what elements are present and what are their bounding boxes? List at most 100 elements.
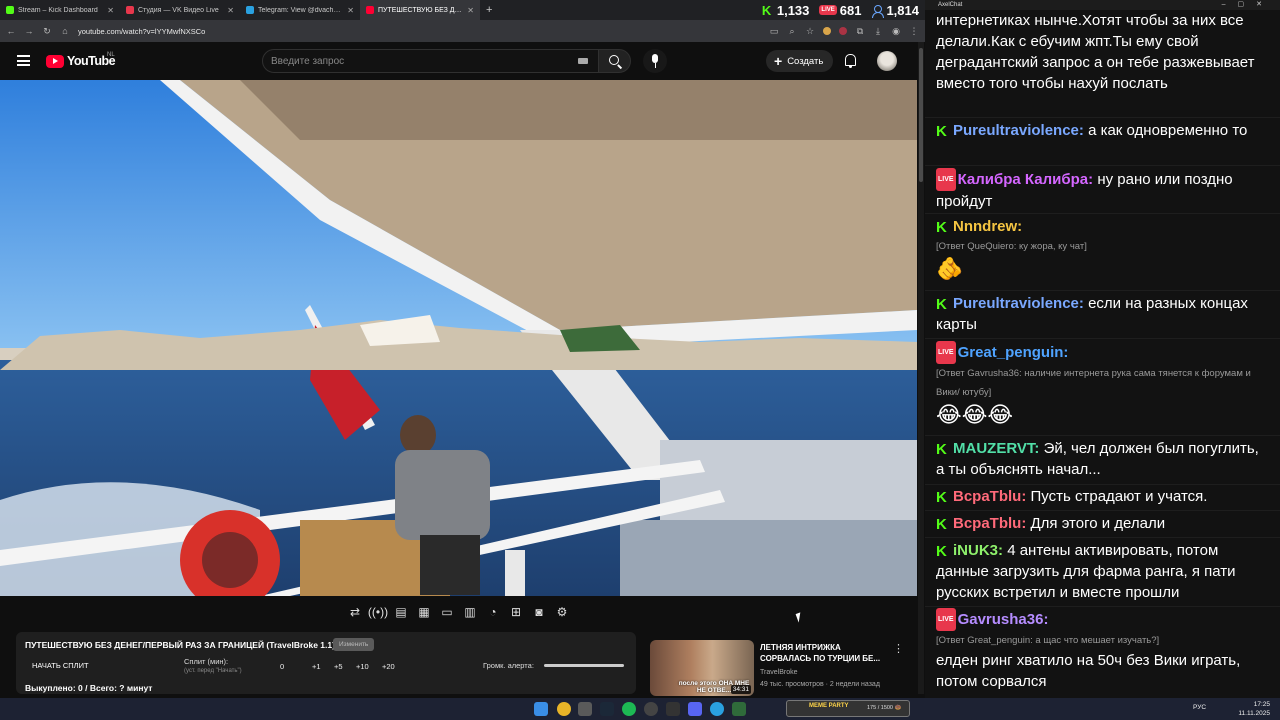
start-icon[interactable]: [534, 702, 548, 716]
url-field[interactable]: youtube.com/watch?v=lYYMwfNXSCo: [78, 27, 761, 36]
notifications-bell-icon[interactable]: [845, 54, 856, 68]
forward-icon[interactable]: →: [24, 26, 34, 36]
telegram-icon[interactable]: [710, 702, 724, 716]
split-plus5-button[interactable]: +5: [334, 662, 343, 671]
divider: [925, 484, 1280, 485]
video-duration: 34:31: [730, 685, 751, 694]
region-code: NL: [107, 52, 115, 58]
bookmark-star-icon[interactable]: ☆: [805, 26, 815, 37]
start-split-button[interactable]: НАЧАТЬ СПЛИТ: [32, 661, 89, 670]
new-tab-button[interactable]: +: [486, 4, 492, 16]
youtube-play-logo-icon: [46, 54, 64, 68]
download-icon[interactable]: ⤓: [873, 26, 883, 37]
close-tab-icon[interactable]: ✕: [107, 6, 114, 15]
avatar[interactable]: [877, 51, 897, 71]
split-plus10-button[interactable]: +10: [356, 662, 369, 671]
browser-tab-telegram[interactable]: Telegram: View @dvachannel ✕: [240, 0, 360, 20]
home-icon[interactable]: ⌂: [60, 26, 70, 36]
vk-live-icon: LIVE: [936, 608, 956, 631]
kick-logo-icon: K: [936, 543, 947, 560]
gear-icon[interactable]: ⚙: [553, 603, 571, 621]
video-player[interactable]: [0, 80, 917, 596]
video-frame: [0, 80, 917, 596]
language-indicator[interactable]: РУС: [1193, 704, 1206, 711]
youtube-favicon-icon: [366, 6, 374, 14]
mouse-cursor-icon: [795, 612, 804, 623]
browser-tab-youtube[interactable]: ПУТЕШЕСТВУЮ БЕЗ ДЕНЕГ/ПЕ ✕: [360, 0, 480, 20]
keyboard-icon[interactable]: [578, 58, 588, 64]
reload-icon[interactable]: ↻: [42, 26, 52, 37]
overlay-icon[interactable]: ▤: [392, 603, 410, 621]
create-button[interactable]: + Создать: [766, 50, 834, 72]
tab-label: Telegram: View @dvachannel: [258, 6, 344, 14]
chat-nick[interactable]: Great_penguin:: [958, 344, 1069, 361]
recommended-channel[interactable]: TravelBroke: [760, 669, 797, 676]
widget-progress: 175 / 1500 🍩: [867, 705, 902, 711]
loop-icon[interactable]: ⇄: [346, 603, 364, 621]
recommended-title[interactable]: ЛЕТНЯЯ ИНТРИЖКА СОРВАЛАСЬ ПО ТУРЦИИ БЕ..…: [760, 642, 888, 664]
hamburger-menu-icon[interactable]: [17, 55, 30, 66]
split-plus1-button[interactable]: +1: [312, 662, 321, 671]
camera-icon[interactable]: ◙: [530, 603, 548, 621]
plus-box-icon[interactable]: ⊞: [507, 603, 525, 621]
clock[interactable]: 17:25 11.11.2025: [1238, 700, 1270, 718]
close-tab-icon[interactable]: ✕: [467, 6, 474, 15]
app-icon[interactable]: [578, 702, 592, 716]
menu-dots-icon[interactable]: ⋮: [909, 26, 919, 37]
split-plus20-button[interactable]: +20: [382, 662, 395, 671]
chrome-icon[interactable]: [557, 702, 571, 716]
profile-icon[interactable]: ◉: [891, 26, 901, 37]
browser-tab-kick[interactable]: Stream – Kick Dashboard ✕: [0, 0, 120, 20]
edit-badge-button[interactable]: Изменить: [333, 638, 375, 651]
more-options-icon[interactable]: ⋮: [893, 642, 904, 655]
speedometer-icon[interactable]: ◔: [484, 603, 502, 621]
youtube-logo[interactable]: YouTube: [46, 54, 116, 68]
chat-message: K Nnndrew: [Ответ QueQuiero: ку жора, ку ч…: [936, 216, 1270, 282]
media-player-icon[interactable]: [688, 702, 702, 716]
chat-nick[interactable]: iNUK3:: [953, 542, 1003, 559]
voice-search-icon[interactable]: [643, 49, 667, 73]
chat-nick[interactable]: ВсраТblu:: [953, 515, 1026, 532]
message-text: а как одновременно то: [1088, 122, 1248, 139]
chat-nick[interactable]: Pureultraviolence:: [953, 122, 1084, 139]
chat-nick[interactable]: MAUZERVT:: [953, 440, 1039, 457]
tab-label: Stream – Kick Dashboard: [18, 6, 98, 14]
kick-logo-icon: K: [936, 489, 947, 506]
vk-live-icon: LIVE: [936, 168, 956, 191]
total-viewers: 1,814: [886, 2, 919, 18]
chat-nick[interactable]: Pureultraviolence:: [953, 295, 1084, 312]
alert-volume-slider[interactable]: [544, 664, 624, 667]
chat-nick[interactable]: Калибра Калибра:: [958, 171, 1094, 188]
extension-icon[interactable]: [823, 27, 831, 35]
recommended-meta: 49 тыс. просмотров · 2 недели назад: [760, 681, 880, 688]
broadcast-icon[interactable]: ((•)): [368, 603, 388, 621]
window-controls[interactable]: –▢✕: [1222, 0, 1274, 10]
obs-icon[interactable]: [644, 702, 658, 716]
vk-viewers: 681: [839, 2, 862, 18]
close-tab-icon[interactable]: ✕: [227, 6, 234, 15]
meme-party-widget[interactable]: MEME PARTY 175 / 1500 🍩: [786, 700, 910, 717]
puzzle-icon[interactable]: ⧉: [855, 26, 865, 37]
extension-icon[interactable]: [839, 27, 847, 35]
browser-tab-vk[interactable]: Студия — VK Видео Live ✕: [120, 0, 240, 20]
back-icon[interactable]: ←: [6, 26, 16, 36]
cast-icon[interactable]: ▭: [769, 26, 779, 37]
clapper-icon[interactable]: ▦: [415, 603, 433, 621]
zoom-icon[interactable]: ⌕: [787, 26, 797, 37]
app-icon[interactable]: [732, 702, 746, 716]
screen-icon[interactable]: ▭: [438, 603, 456, 621]
search-button[interactable]: [598, 49, 631, 73]
chat-nick[interactable]: Nnndrew:: [953, 218, 1022, 235]
total-counter: 1,814: [871, 3, 919, 18]
search-input[interactable]: Введите запрос: [262, 49, 599, 73]
chat-nick[interactable]: Gavrusha36:: [958, 611, 1049, 628]
chat-nick[interactable]: ВсраТblu:: [953, 488, 1026, 505]
spotify-icon[interactable]: [622, 702, 636, 716]
app-icon[interactable]: [666, 702, 680, 716]
grid-icon[interactable]: ▥: [461, 603, 479, 621]
page-scrollbar-thumb[interactable]: [919, 48, 923, 182]
recommended-thumbnail[interactable]: после этого ОНА МНЕ НЕ ОТВЕ... 34:31: [650, 640, 754, 696]
close-tab-icon[interactable]: ✕: [347, 6, 354, 15]
clock-date: 11.11.2025: [1238, 710, 1270, 717]
steam-icon[interactable]: [600, 702, 614, 716]
